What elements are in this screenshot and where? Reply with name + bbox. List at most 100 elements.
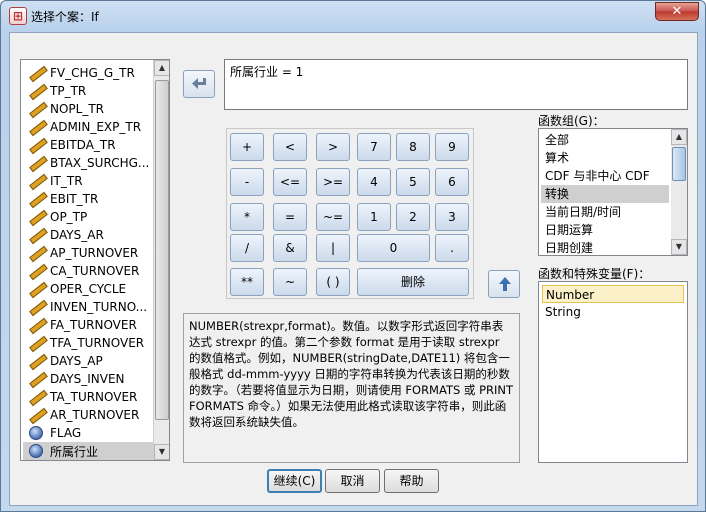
list-item[interactable]: FLAG <box>23 424 153 442</box>
list-item[interactable]: 日期运算 <box>541 221 669 239</box>
variable-label: BTAX_SURCHG... <box>50 156 150 170</box>
scale-variable-icon <box>27 372 47 386</box>
scroll-thumb[interactable] <box>672 147 686 181</box>
key-1[interactable]: 1 <box>357 203 391 231</box>
list-item[interactable]: String <box>542 303 684 321</box>
list-item[interactable]: DAYS_AR <box>23 226 153 244</box>
list-item[interactable]: AP_TURNOVER <box>23 244 153 262</box>
scroll-up-icon[interactable]: ▲ <box>154 60 169 76</box>
scroll-down-icon[interactable]: ▼ <box>154 444 169 460</box>
scale-variable-icon <box>27 192 47 206</box>
key-not[interactable]: ~ <box>273 268 307 296</box>
list-item[interactable]: BTAX_SURCHG... <box>23 154 153 172</box>
variable-label: ADMIN_EXP_TR <box>50 120 142 134</box>
list-item[interactable]: DAYS_AP <box>23 352 153 370</box>
move-variable-button[interactable] <box>183 70 215 98</box>
close-button[interactable]: ✕ <box>655 2 699 21</box>
key-6[interactable]: 6 <box>435 168 469 196</box>
variable-label: IT_TR <box>50 174 83 188</box>
key-not-equal[interactable]: ~= <box>316 203 350 231</box>
variable-label: EBITDA_TR <box>50 138 116 152</box>
title-bar: ⊞ 选择个案：If ✕ <box>1 1 705 31</box>
calculator-keypad: + < > 7 8 9 - <= >= 4 5 6 * = ~= 1 2 3 /… <box>226 128 474 299</box>
variable-label: DAYS_INVEN <box>50 372 125 386</box>
key-less-than[interactable]: < <box>273 133 307 161</box>
key-plus[interactable]: + <box>230 133 264 161</box>
key-multiply[interactable]: * <box>230 203 264 231</box>
list-item[interactable]: EBITDA_TR <box>23 136 153 154</box>
list-item[interactable]: 当前日期/时间 <box>541 203 669 221</box>
list-item[interactable]: 全部 <box>541 131 669 149</box>
nominal-variable-icon <box>29 426 43 440</box>
key-0[interactable]: 0 <box>357 234 430 262</box>
key-divide[interactable]: / <box>230 234 264 262</box>
list-item[interactable]: IT_TR <box>23 172 153 190</box>
function-group-label: 函数组(G)： <box>538 114 605 128</box>
key-parentheses[interactable]: ( ) <box>316 268 350 296</box>
key-and[interactable]: & <box>273 234 307 262</box>
key-less-equal[interactable]: <= <box>273 168 307 196</box>
list-item[interactable]: TFA_TURNOVER <box>23 334 153 352</box>
key-decimal[interactable]: . <box>435 234 469 262</box>
list-item[interactable]: CDF 与非中心 CDF <box>541 167 669 185</box>
key-5[interactable]: 5 <box>396 168 430 196</box>
scale-variable-icon <box>27 300 47 314</box>
functions-list[interactable]: Number String <box>538 281 688 463</box>
scroll-up-icon[interactable]: ▲ <box>671 129 687 145</box>
key-greater-equal[interactable]: >= <box>316 168 350 196</box>
scale-variable-icon <box>27 138 47 152</box>
list-item[interactable]: 日期创建 <box>541 239 669 255</box>
scale-variable-icon <box>27 174 47 188</box>
scroll-down-icon[interactable]: ▼ <box>671 239 687 255</box>
list-item[interactable]: FA_TURNOVER <box>23 316 153 334</box>
cancel-button[interactable]: 取消 <box>325 469 380 493</box>
list-item[interactable]: Number <box>542 285 684 303</box>
list-item[interactable]: DAYS_INVEN <box>23 370 153 388</box>
list-item[interactable]: OP_TP <box>23 208 153 226</box>
key-2[interactable]: 2 <box>396 203 430 231</box>
scroll-thumb[interactable] <box>155 80 169 420</box>
list-item[interactable]: 转换 <box>541 185 669 203</box>
list-item[interactable]: INVEN_TURNO... <box>23 298 153 316</box>
list-item[interactable]: EBIT_TR <box>23 190 153 208</box>
variable-list-scrollbar[interactable]: ▲ ▼ <box>153 60 169 460</box>
list-item[interactable]: 算术 <box>541 149 669 167</box>
list-item[interactable]: NOPL_TR <box>23 100 153 118</box>
scale-variable-icon <box>27 390 47 404</box>
list-item[interactable]: AR_TURNOVER <box>23 406 153 424</box>
key-equals[interactable]: = <box>273 203 307 231</box>
list-item[interactable]: OPER_CYCLE <box>23 280 153 298</box>
key-delete[interactable]: 删除 <box>357 268 469 296</box>
scale-variable-icon <box>27 120 47 134</box>
list-item[interactable]: FV_CHG_G_TR <box>23 64 153 82</box>
key-8[interactable]: 8 <box>396 133 430 161</box>
function-group-scrollbar[interactable]: ▲ ▼ <box>671 129 687 255</box>
variable-label: DAYS_AP <box>50 354 103 368</box>
insert-function-button[interactable] <box>488 270 520 298</box>
scale-variable-icon <box>27 264 47 278</box>
key-9[interactable]: 9 <box>435 133 469 161</box>
key-minus[interactable]: - <box>230 168 264 196</box>
list-item[interactable]: TP_TR <box>23 82 153 100</box>
arrow-up-icon <box>499 277 511 291</box>
key-4[interactable]: 4 <box>357 168 391 196</box>
help-button[interactable]: 帮助 <box>384 469 439 493</box>
list-item[interactable]: CA_TURNOVER <box>23 262 153 280</box>
continue-button[interactable]: 继续(C) <box>267 469 322 493</box>
key-3[interactable]: 3 <box>435 203 469 231</box>
list-item[interactable]: ADMIN_EXP_TR <box>23 118 153 136</box>
variable-label: 所属行业 <box>50 444 99 459</box>
expression-input[interactable]: 所属行业 = 1 <box>224 59 688 110</box>
variable-list[interactable]: FV_CHG_G_TR TP_TR NOPL_TR ADMIN_EXP_TR E… <box>20 59 170 461</box>
function-group-list[interactable]: 全部 算术 CDF 与非中心 CDF 转换 当前日期/时间 日期运算 日期创建 … <box>538 128 688 256</box>
key-power[interactable]: ** <box>230 268 264 296</box>
key-or[interactable]: | <box>316 234 350 262</box>
key-greater-than[interactable]: > <box>316 133 350 161</box>
list-item[interactable]: 所属行业 <box>23 442 153 460</box>
scale-variable-icon <box>27 282 47 296</box>
function-description: NUMBER(strexpr,format)。数值。以数字形式返回字符串表达式 … <box>183 313 520 463</box>
list-item[interactable]: TA_TURNOVER <box>23 388 153 406</box>
scale-variable-icon <box>27 318 47 332</box>
variable-label: FV_CHG_G_TR <box>50 66 135 80</box>
key-7[interactable]: 7 <box>357 133 391 161</box>
